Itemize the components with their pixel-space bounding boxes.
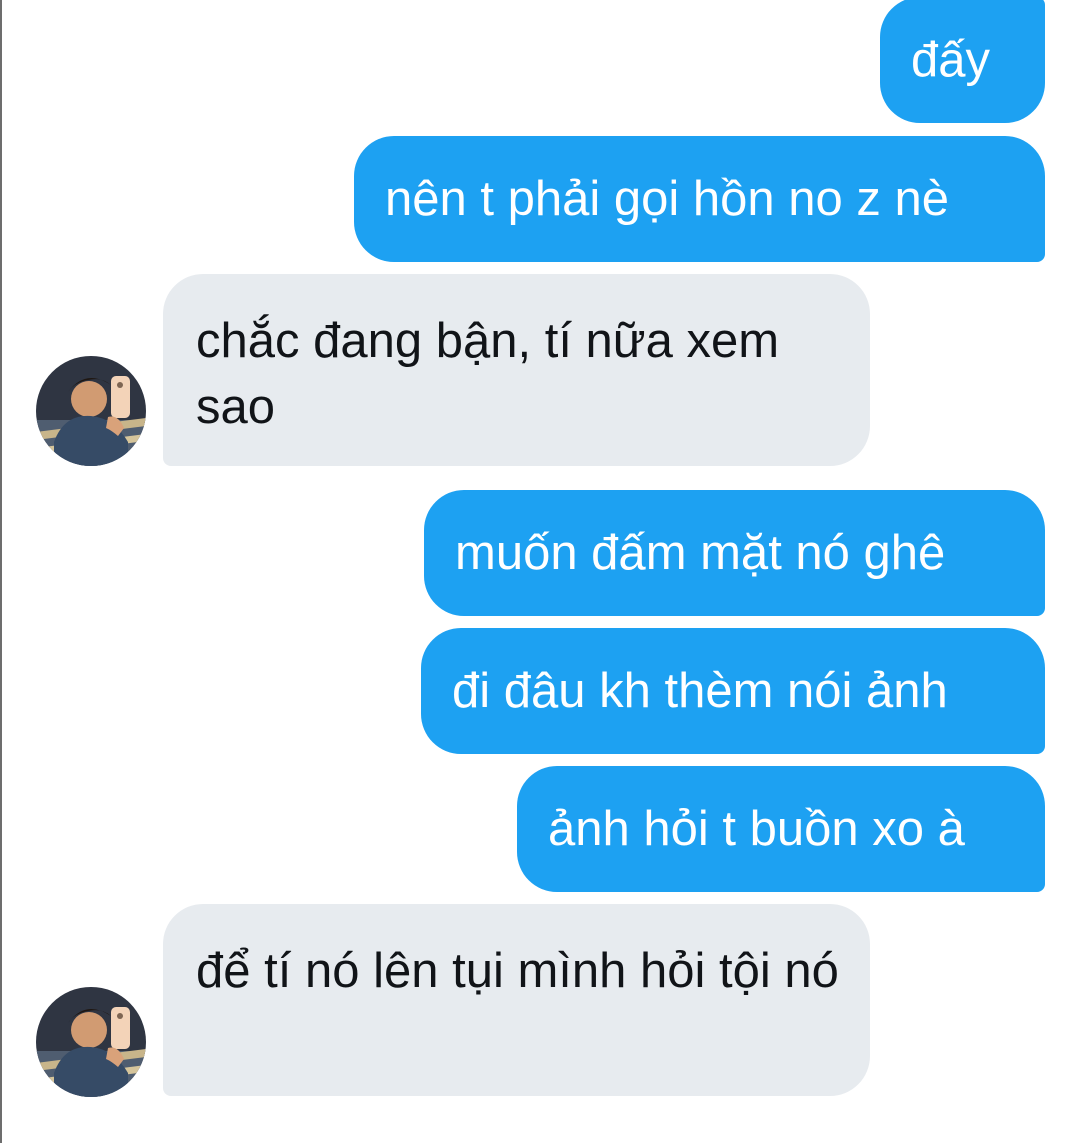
- message-text: để tí nó lên tụi mình hỏi tội nó: [196, 944, 839, 998]
- sent-message-bubble[interactable]: đi đâu kh thèm nói ảnh: [421, 628, 1045, 754]
- received-message-bubble[interactable]: để tí nó lên tụi mình hỏi tội nó: [163, 904, 870, 1096]
- message-text: nên t phải gọi hồn no z nè: [385, 172, 949, 226]
- sent-message-bubble[interactable]: đấy: [880, 0, 1045, 123]
- contact-avatar[interactable]: [36, 356, 146, 466]
- user-photo-icon: [36, 987, 146, 1097]
- user-photo-icon: [36, 356, 146, 466]
- sent-message-bubble[interactable]: ảnh hỏi t buồn xo à: [517, 766, 1045, 892]
- message-text: ảnh hỏi t buồn xo à: [548, 802, 965, 856]
- message-thread[interactable]: đấy nên t phải gọi hồn no z nè chắc đang…: [0, 0, 1080, 1143]
- message-text: đấy: [911, 33, 991, 87]
- message-text: đi đâu kh thèm nói ảnh: [452, 664, 948, 718]
- sent-message-bubble[interactable]: nên t phải gọi hồn no z nè: [354, 136, 1045, 262]
- message-text: chắc đang bận, tí nữa xem sao: [196, 314, 780, 434]
- received-message-bubble[interactable]: chắc đang bận, tí nữa xem sao: [163, 274, 870, 466]
- sent-message-bubble[interactable]: muốn đấm mặt nó ghê: [424, 490, 1045, 616]
- contact-avatar[interactable]: [36, 987, 146, 1097]
- message-text: muốn đấm mặt nó ghê: [455, 526, 946, 580]
